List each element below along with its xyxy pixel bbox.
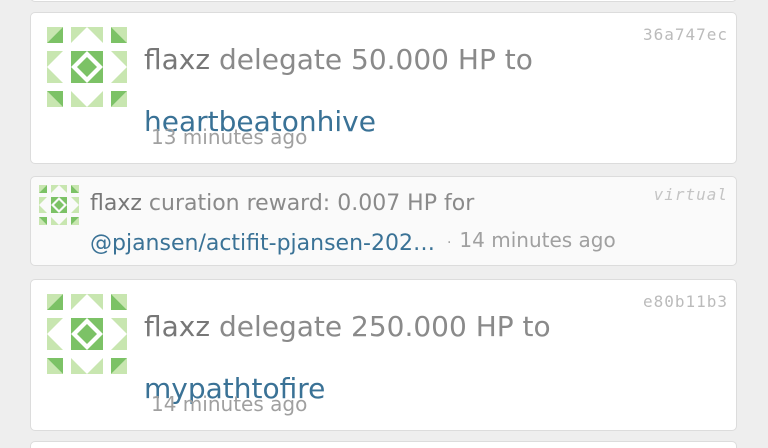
next-operation-card: [30, 441, 737, 448]
operation-line: flaxz curation reward: 0.007 HP for: [90, 185, 616, 222]
separator-dot: ·: [446, 235, 452, 251]
operation-action: delegate 50.000 HP to: [218, 43, 533, 76]
user-link[interactable]: flaxz: [90, 191, 142, 216]
timestamp: 13 minutes ago: [151, 125, 308, 149]
operation-card: 36a747ec flaxz delegate 50.000 HP to hea…: [30, 12, 737, 164]
previous-operation-card: [30, 0, 737, 2]
operation-card: e80b11b3 flaxz delegate 250.000 HP to my…: [30, 279, 737, 431]
transaction-id[interactable]: e80b11b3: [643, 292, 728, 311]
operation-line: flaxz delegate 50.000 HP to: [144, 29, 533, 91]
timestamp: 14 minutes ago: [151, 392, 308, 416]
post-link[interactable]: @pjansen/actifit-pjansen-202…: [90, 225, 435, 262]
identicon-avatar[interactable]: [39, 185, 79, 225]
timestamp: 14 minutes ago: [459, 228, 616, 252]
operation-action: curation reward: 0.007 HP for: [148, 191, 475, 216]
transaction-id: virtual: [653, 185, 728, 204]
operation-line: @pjansen/actifit-pjansen-202… · 14 minutes…: [90, 222, 616, 262]
identicon-avatar[interactable]: [47, 27, 127, 107]
operation-card: virtual flaxz curation reward: 0.007 HP …: [30, 176, 737, 266]
operation-line: flaxz delegate 250.000 HP to: [144, 296, 551, 358]
activity-feed: 36a747ec flaxz delegate 50.000 HP to hea…: [0, 0, 768, 448]
operation-description: flaxz curation reward: 0.007 HP for @pja…: [90, 185, 616, 262]
operation-action: delegate 250.000 HP to: [218, 310, 551, 343]
identicon-avatar[interactable]: [47, 294, 127, 374]
transaction-id[interactable]: 36a747ec: [643, 25, 728, 44]
user-link[interactable]: flaxz: [144, 310, 210, 343]
user-link[interactable]: flaxz: [144, 43, 210, 76]
